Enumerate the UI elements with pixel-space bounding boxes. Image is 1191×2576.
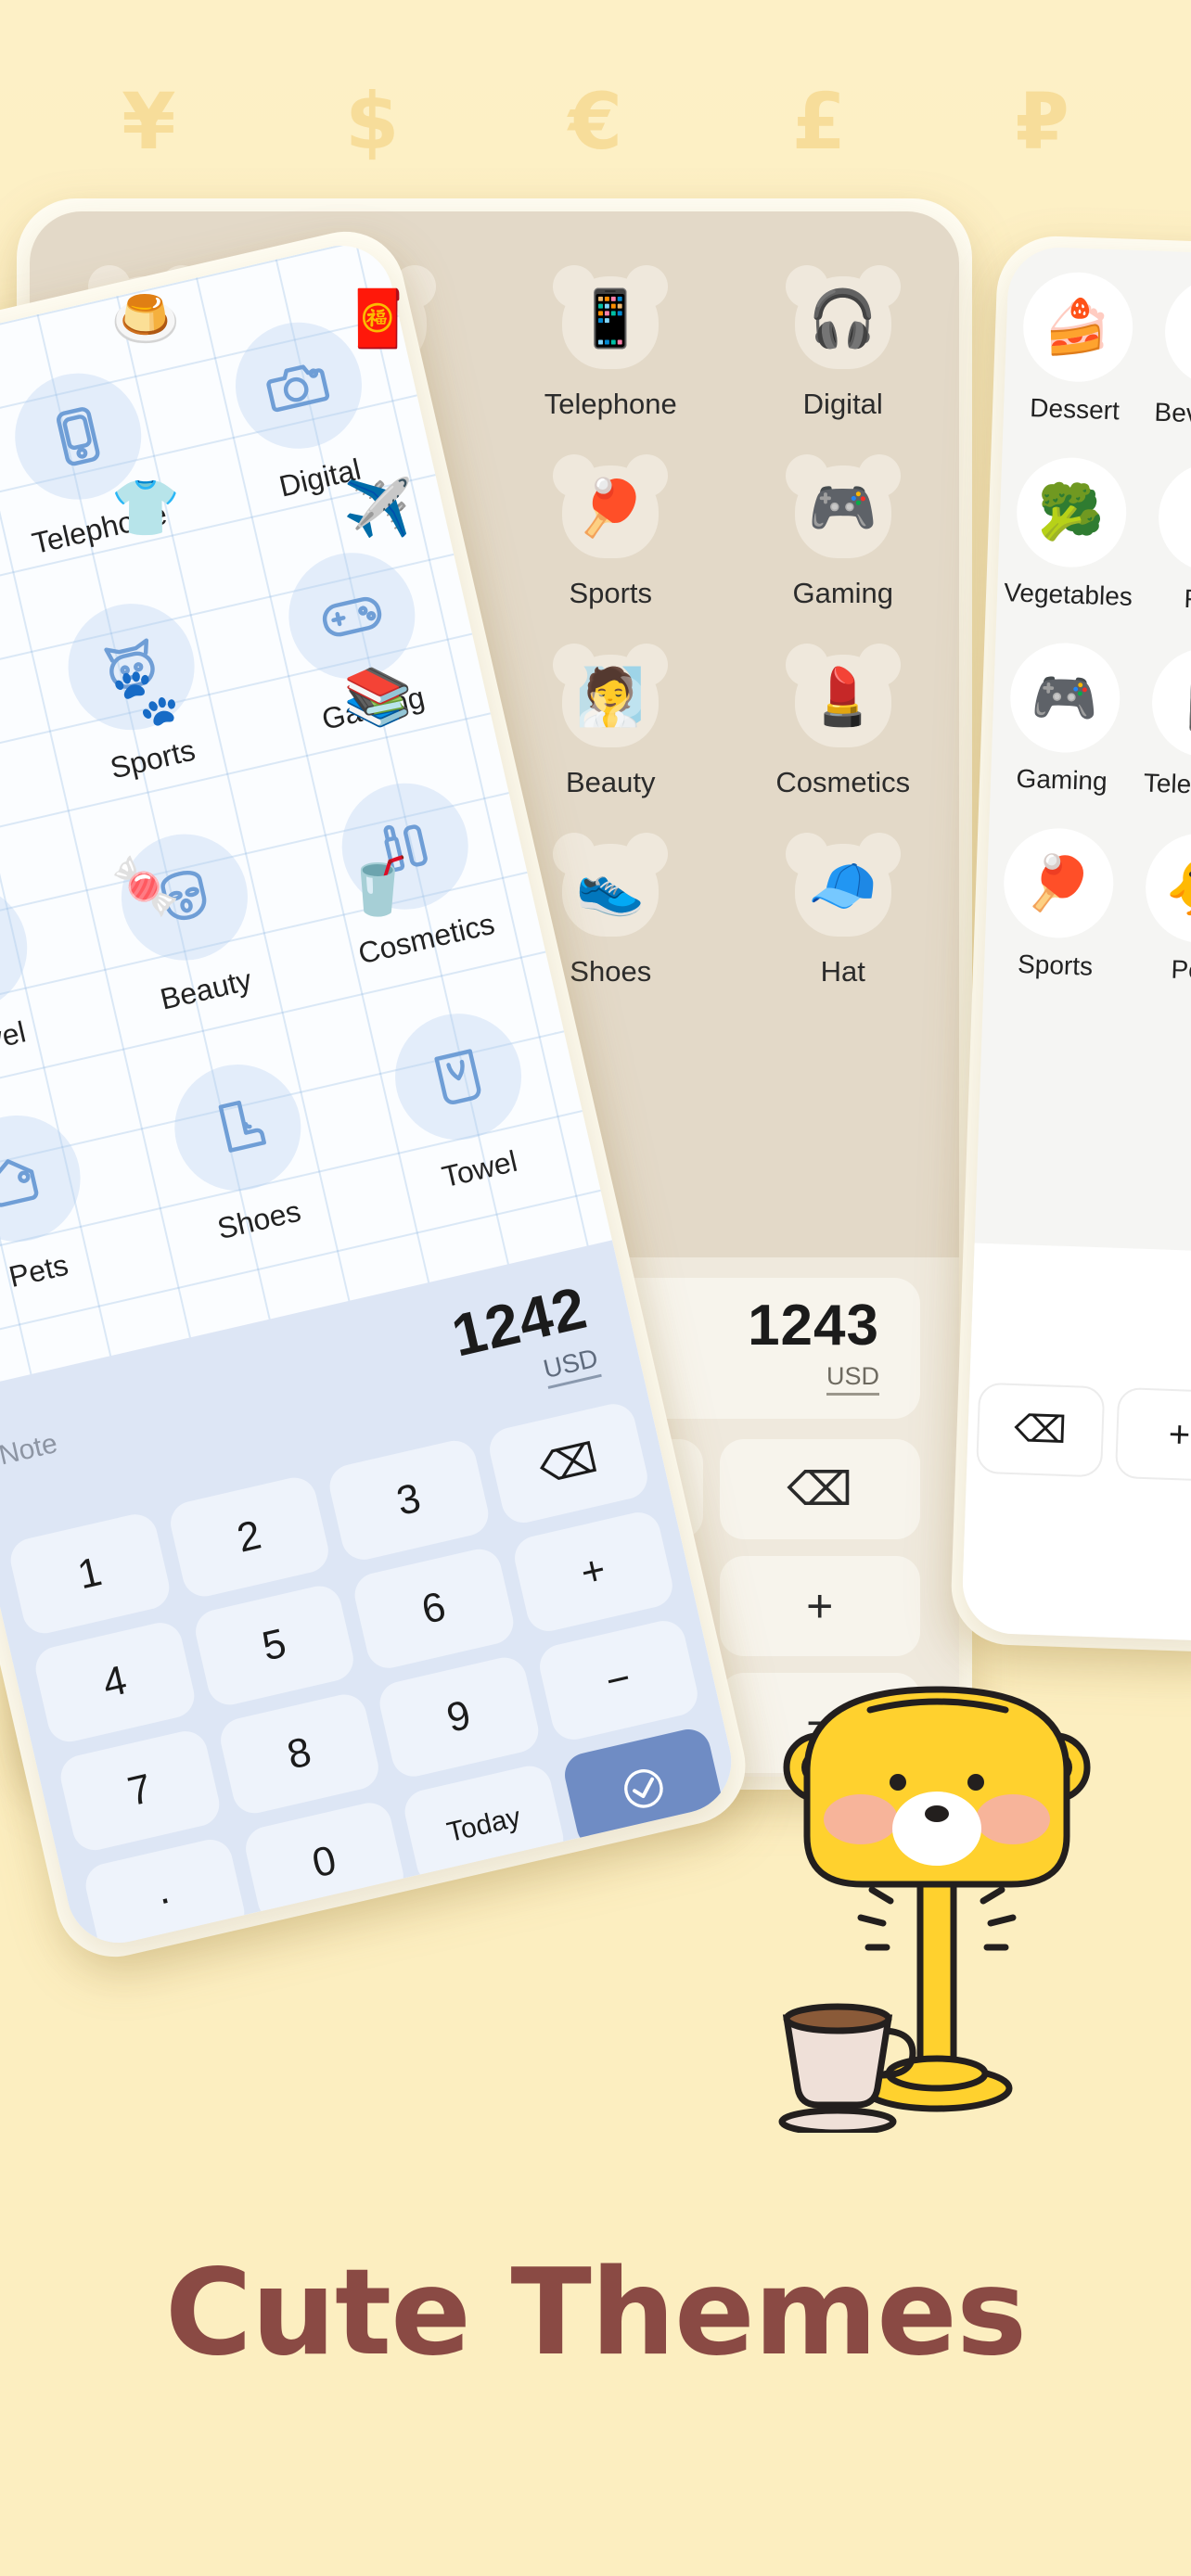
category-label: Beauty xyxy=(157,963,255,1016)
category-item[interactable]: 🧢 Hat xyxy=(727,831,960,988)
category-label: Telephone xyxy=(544,388,677,420)
category-label: Cosmetics xyxy=(775,766,911,798)
bear-cheek-left xyxy=(824,1794,898,1844)
face-mask-icon: 🧖 xyxy=(551,642,670,753)
gamepad-icon: 🎮 xyxy=(784,453,903,564)
category-item[interactable]: 🏓 Sports xyxy=(494,453,727,610)
key-8[interactable]: 8 xyxy=(215,1690,383,1818)
category-label: Beverages xyxy=(1154,397,1191,431)
towel-icon xyxy=(382,1001,534,1153)
bear-eye-right xyxy=(967,1774,984,1791)
key-4[interactable]: 4 xyxy=(31,1618,198,1746)
backspace-key[interactable]: ⌫ xyxy=(719,1439,920,1539)
currency-symbol-ruble: ₽ xyxy=(1015,76,1069,167)
key-1[interactable]: 1 xyxy=(6,1510,173,1639)
pear-icon: 🍐 xyxy=(1156,460,1191,574)
category-item[interactable]: 📱 Telephone xyxy=(1133,645,1191,802)
check-circle-icon xyxy=(623,1769,663,1808)
category-label: Travel xyxy=(0,1014,29,1066)
plus-key[interactable]: + xyxy=(719,1556,920,1656)
category-item[interactable]: 🧃 Beverages xyxy=(1145,274,1191,431)
category-label: Digital xyxy=(802,388,883,420)
currency-label[interactable]: USD xyxy=(826,1362,879,1396)
bear-cheek-right xyxy=(976,1794,1050,1844)
currency-symbol-yen: ¥ xyxy=(122,76,176,167)
category-item[interactable]: 🐥 Pets xyxy=(1126,831,1191,988)
juice-icon: 🧃 xyxy=(1162,275,1191,389)
key-6[interactable]: 6 xyxy=(350,1545,518,1673)
cap-icon: 🧢 xyxy=(784,831,903,942)
category-label: Sports xyxy=(107,733,198,785)
category-item[interactable]: 🧖 Beauty xyxy=(494,642,727,799)
category-item[interactable]: 🏓 Sports xyxy=(984,826,1132,983)
headphones-icon: 🎧 xyxy=(784,263,903,375)
page-title: Cute Themes xyxy=(164,2244,1027,2382)
lipstick-icon: 💄 xyxy=(784,642,903,753)
bear-nose xyxy=(925,1805,949,1822)
ping-pong-icon: 🏓 xyxy=(551,453,670,564)
currency-symbol-euro: € xyxy=(568,76,623,167)
category-item[interactable]: 💄 Cosmetics xyxy=(727,642,960,799)
category-item[interactable]: 📱 Telephone xyxy=(494,263,727,421)
category-label: Vegetables xyxy=(1003,578,1133,611)
category-label: Shoes xyxy=(570,955,652,988)
bear-eye-left xyxy=(890,1774,906,1791)
category-label: Pets xyxy=(1171,954,1191,986)
category-label: Dessert xyxy=(1029,393,1121,426)
category-label: Fruit xyxy=(1183,583,1191,615)
category-label: Gaming xyxy=(792,577,894,609)
key-7[interactable]: 7 xyxy=(56,1727,224,1855)
currency-symbol-dollar: $ xyxy=(344,76,400,167)
key-5[interactable]: 5 xyxy=(190,1581,358,1710)
backspace-key[interactable]: ⌫ xyxy=(484,1399,652,1527)
coffee-cup xyxy=(778,2003,916,2133)
minus-key[interactable]: − xyxy=(534,1616,702,1744)
key-9[interactable]: 9 xyxy=(375,1653,543,1781)
backspace-key[interactable]: ⌫ xyxy=(975,1382,1106,1478)
category-label: Hat xyxy=(820,955,865,988)
category-item[interactable]: Beauty xyxy=(60,810,320,1032)
right-category-grid: 🍰 Dessert 🧃 Beverages 🥦 Vegetables 🍐 Fru… xyxy=(984,270,1191,988)
category-label: Gaming xyxy=(1016,763,1108,797)
right-calculator: 5 USD ⌫ + xyxy=(960,1243,1191,1642)
cake-icon: 🍰 xyxy=(1020,270,1134,384)
category-item[interactable]: 🎮 Gaming xyxy=(991,641,1138,797)
category-item[interactable]: 🍰 Dessert xyxy=(1004,270,1151,427)
pingpong-icon: 🏓 xyxy=(1001,826,1115,940)
plus-key[interactable]: + xyxy=(509,1508,677,1636)
amount-value: 1243 xyxy=(748,1293,879,1358)
category-label: Sports xyxy=(569,577,653,609)
category-item[interactable]: 🎮 Gaming xyxy=(727,453,960,610)
gamepad-icon: 🎮 xyxy=(1007,641,1121,755)
currency-watermark-row: ¥ $ € £ ₽ xyxy=(0,70,1191,172)
note-label[interactable]: Note xyxy=(0,1428,60,1472)
boot-icon xyxy=(161,1052,314,1204)
pet-tag-icon xyxy=(0,1103,94,1255)
plus-key[interactable]: + xyxy=(1114,1386,1191,1483)
bear-muzzle xyxy=(892,1792,981,1866)
currency-symbol-pound: £ xyxy=(791,76,847,167)
category-label: Sports xyxy=(1017,949,1094,981)
key-2[interactable]: 2 xyxy=(165,1473,333,1601)
amount-display: 1242 USD xyxy=(445,1273,602,1408)
chick-icon: 🐥 xyxy=(1143,831,1191,945)
category-label: Telephone xyxy=(1143,768,1191,802)
smartphone-icon: 📱 xyxy=(1149,645,1191,759)
keypad: ⌫ + xyxy=(975,1382,1191,1483)
category-label: Beauty xyxy=(565,766,656,798)
key-3[interactable]: 3 xyxy=(325,1436,493,1564)
currency-label[interactable]: USD xyxy=(540,1343,602,1389)
category-item[interactable]: 🍐 Fruit xyxy=(1138,460,1191,617)
sneaker-icon: 👟 xyxy=(551,831,670,942)
category-item[interactable]: 🥦 Vegetables xyxy=(997,455,1145,612)
category-item[interactable]: 🎧 Digital xyxy=(727,263,960,421)
phone-icon: 📱 xyxy=(551,263,670,375)
suitcase-icon xyxy=(0,872,40,1025)
broccoli-icon: 🥦 xyxy=(1014,455,1128,569)
